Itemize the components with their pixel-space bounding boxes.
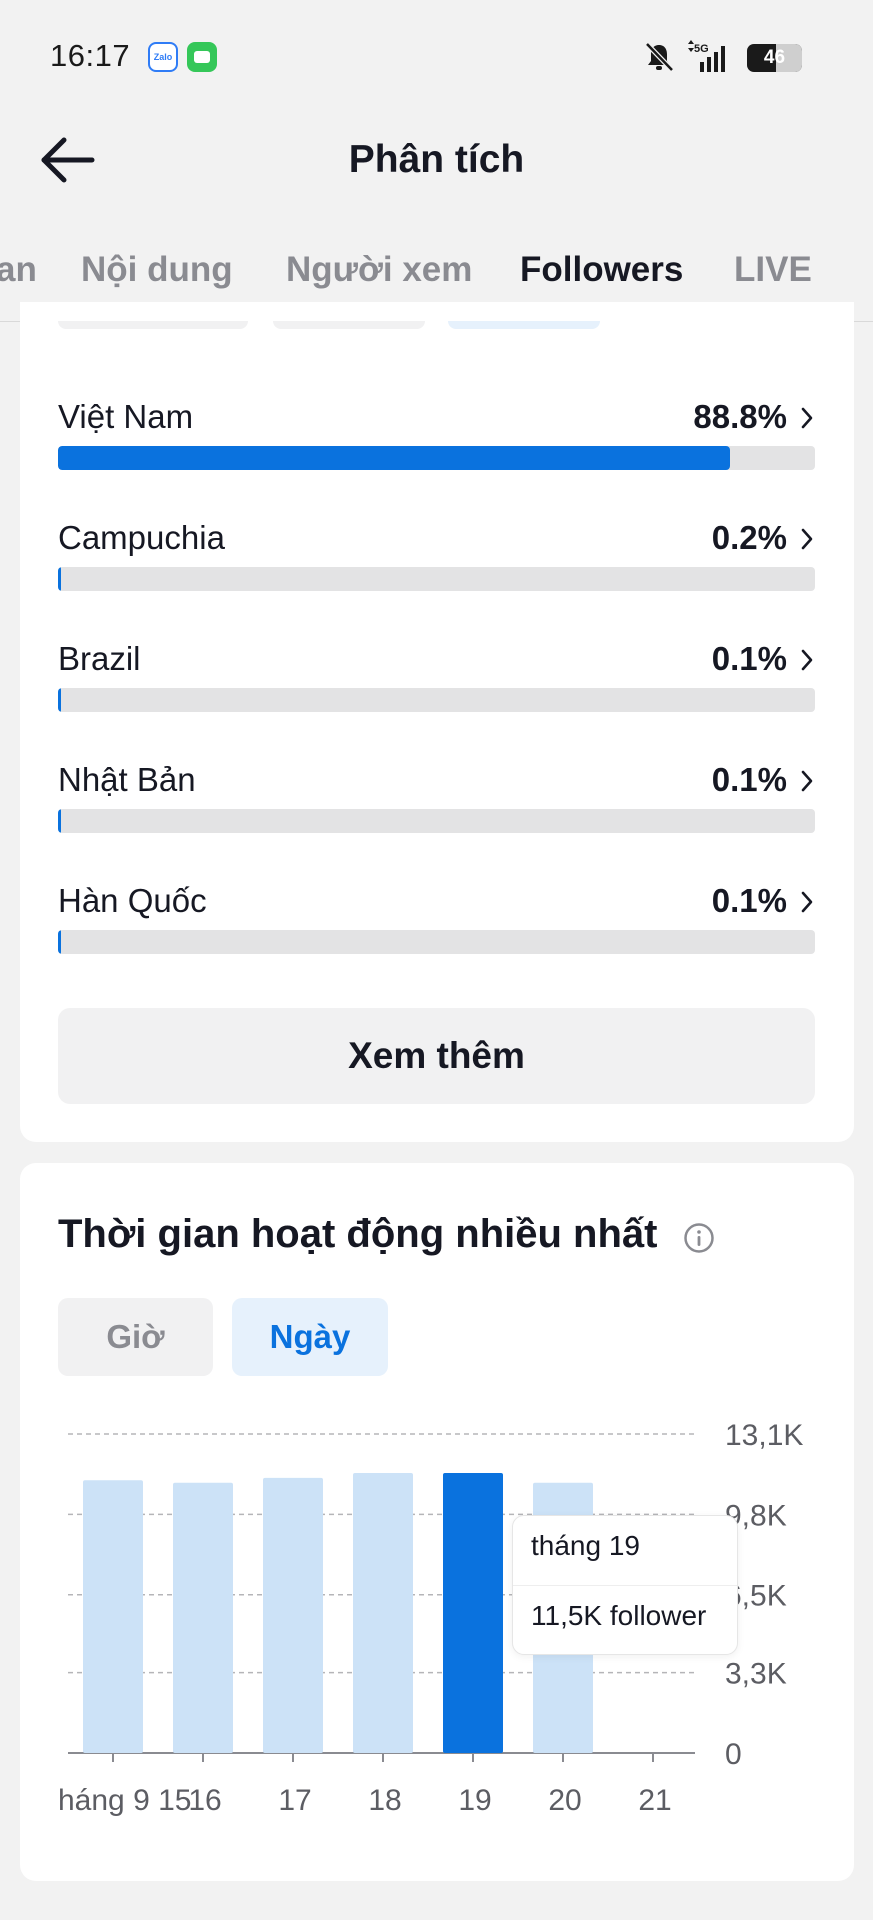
country-percent: 0.1% <box>711 761 787 798</box>
country-share-fill <box>58 809 61 833</box>
country-percent: 88.8% <box>693 398 787 435</box>
page-title: Phân tích <box>348 138 525 181</box>
country-name: Nhật Bản <box>58 761 196 798</box>
country-share-fill <box>58 567 61 591</box>
chevron-right-icon <box>801 891 813 913</box>
country-share-bar <box>58 688 815 712</box>
tab-content[interactable]: Nội dung <box>81 250 233 290</box>
country-row[interactable]: Nhật Bản 0.1% <box>58 761 815 871</box>
country-percent: 0.1% <box>711 640 787 677</box>
country-name: Việt Nam <box>58 398 194 435</box>
tab-overview[interactable]: an <box>0 250 37 290</box>
country-share-bar <box>58 809 815 833</box>
status-bar: 16:17 Zalo 5G 46 <box>0 0 873 115</box>
tab-live[interactable]: LIVE <box>734 250 812 290</box>
filter-chip-partial[interactable] <box>58 321 248 329</box>
tooltip-divider <box>513 1585 737 1586</box>
chevron-right-icon <box>801 528 813 550</box>
zalo-icon: Zalo <box>148 42 178 72</box>
country-share-bar <box>58 446 815 470</box>
country-percent: 0.1% <box>711 882 787 919</box>
signal-icon: 5G <box>688 40 725 72</box>
country-row[interactable]: Brazil 0.1% <box>58 640 815 750</box>
country-name: Campuchia <box>58 519 225 556</box>
filter-chip-partial[interactable] <box>273 321 425 329</box>
country-share-bar <box>58 930 815 954</box>
chart-tooltip: tháng 19 11,5K follower <box>512 1515 738 1655</box>
country-percent: 0.2% <box>711 519 787 556</box>
bell-muted-icon <box>645 42 674 72</box>
country-share-fill <box>58 930 61 954</box>
battery-icon: 46 <box>747 44 802 72</box>
country-share-fill <box>58 446 731 470</box>
tooltip-value: 11,5K follower <box>531 1600 707 1631</box>
country-share-fill <box>58 688 61 712</box>
toggle-day-button[interactable]: Ngày <box>232 1298 388 1376</box>
zalo-icon-label: Zalo <box>153 52 173 62</box>
chevron-right-icon <box>801 407 813 429</box>
country-name: Brazil <box>58 640 141 677</box>
country-row[interactable]: Việt Nam 88.8% <box>58 398 815 508</box>
country-share-bar <box>58 567 815 591</box>
messages-icon <box>187 42 217 72</box>
see-more-button[interactable]: Xem thêm <box>58 1008 815 1104</box>
filter-chip-partial[interactable] <box>448 321 600 329</box>
country-name: Hàn Quốc <box>58 882 207 919</box>
status-time: 16:17 <box>50 38 131 73</box>
toggle-hour-button[interactable]: Giờ <box>58 1298 213 1376</box>
battery-level: 46 <box>763 47 786 68</box>
tab-followers[interactable]: Followers <box>520 250 683 290</box>
info-icon[interactable] <box>683 1222 715 1254</box>
tooltip-date: tháng 19 <box>531 1530 640 1561</box>
tab-viewers[interactable]: Người xem <box>286 250 472 290</box>
country-row[interactable]: Campuchia 0.2% <box>58 519 815 629</box>
chevron-right-icon <box>801 649 813 671</box>
chevron-right-icon <box>801 770 813 792</box>
country-row[interactable]: Hàn Quốc 0.1% <box>58 882 815 992</box>
network-label: 5G <box>694 43 709 55</box>
section-title: Thời gian hoạt động nhiều nhất <box>58 1212 658 1256</box>
